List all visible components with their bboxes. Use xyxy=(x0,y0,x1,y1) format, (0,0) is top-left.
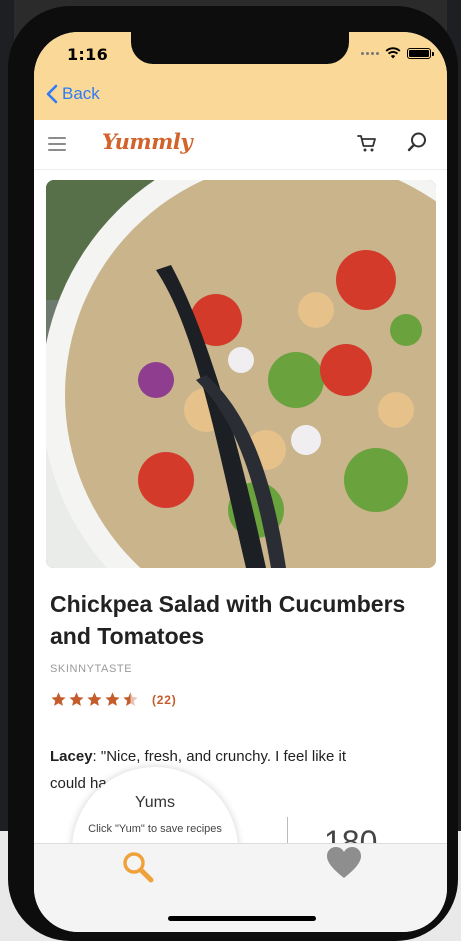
recipe-title: Chickpea Salad with Cucumbers and Tomato… xyxy=(50,591,406,649)
yums-tooltip-text: Click "Yum" to save recipes xyxy=(88,823,222,835)
back-label: Back xyxy=(62,84,100,103)
star-icon xyxy=(105,692,120,706)
tab-bar xyxy=(34,843,447,932)
phone-screen: 1:16 Back Yummly Chickpea Salad with Cuc… xyxy=(34,32,447,932)
search-icon[interactable] xyxy=(406,131,428,153)
phone-frame: 1:16 Back Yummly Chickpea Salad with Cuc… xyxy=(8,6,458,941)
recipe-source[interactable]: SKINNYTASTE xyxy=(50,663,132,675)
status-time: 1:16 xyxy=(67,45,108,64)
menu-icon[interactable] xyxy=(48,137,66,151)
magnifier-icon[interactable] xyxy=(121,850,155,884)
recipe-photo[interactable] xyxy=(46,180,436,568)
rating-stars: (22) xyxy=(50,691,177,708)
star-icon xyxy=(69,692,84,706)
star-icon xyxy=(87,692,102,706)
yums-tooltip-title: Yums xyxy=(134,794,175,811)
chevron-left-icon xyxy=(46,84,58,104)
app-header: Yummly xyxy=(34,120,447,170)
heart-icon[interactable] xyxy=(326,846,362,880)
status-icons xyxy=(361,47,434,59)
cart-icon[interactable] xyxy=(356,132,378,154)
notch xyxy=(131,32,349,64)
star-half-icon xyxy=(123,692,138,706)
battery-icon xyxy=(407,47,434,59)
wifi-icon xyxy=(385,47,401,59)
review-author: Lacey xyxy=(50,748,93,765)
star-icon xyxy=(51,692,66,706)
yummly-logo[interactable]: Yummly xyxy=(102,129,193,154)
back-button[interactable]: Back xyxy=(46,84,100,104)
home-indicator xyxy=(168,916,316,921)
rating-count[interactable]: (22) xyxy=(152,693,177,707)
signal-dots-icon xyxy=(361,51,379,55)
